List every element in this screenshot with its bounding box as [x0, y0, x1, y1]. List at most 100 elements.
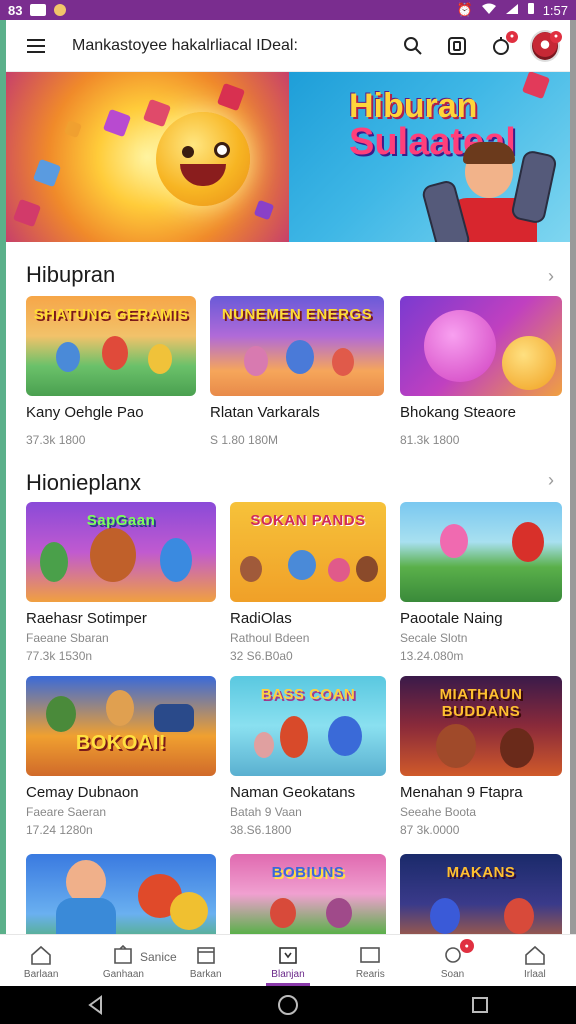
app-bar: Mankastoyee hakalrliacal IDeal: ● ●	[6, 20, 570, 72]
library-icon	[196, 947, 215, 964]
game-subtitle: Batah 9 Vaan	[230, 805, 302, 819]
profile-button[interactable]: ●	[530, 29, 562, 62]
game-meta: 37.3k 1800	[26, 433, 86, 447]
screen: 83 ⏰ 1:57 Mankastoyee hakalrliacal IDeal…	[0, 0, 576, 1024]
recents-icon[interactable]	[470, 995, 490, 1015]
alarm-icon: ⏰	[456, 2, 473, 17]
game-card[interactable]: Paootale Naing Secale Slotn 13.24.080m	[400, 502, 562, 663]
hero-right-art: Hiburan Sulaateal	[289, 72, 570, 242]
bottom-navigation: Barlaan Ganhaan Barkan Blanjan Rearis ● …	[0, 934, 576, 986]
search-field[interactable]: Mankastoyee hakalrliacal IDeal:	[72, 37, 382, 55]
status-bar: 83 ⏰ 1:57	[0, 0, 576, 20]
game-meta: S 1.80 180M	[210, 433, 279, 447]
game-thumbnail: MIATHAUN BUDDANS	[400, 676, 562, 776]
search-button[interactable]	[398, 31, 428, 61]
frame-right-edge	[570, 20, 576, 980]
search-icon	[404, 36, 422, 55]
game-meta: 17.24 1280n	[26, 823, 93, 837]
hero-left-art	[6, 72, 289, 242]
wifi-icon	[481, 3, 497, 18]
game-card[interactable]: SHATUNG GERAMIS Kany Oehgle Pao 37.3k 18…	[26, 296, 196, 447]
game-meta: 32 S6.B0a0	[230, 649, 293, 663]
thumbnail-title: SapGaan	[86, 512, 156, 529]
nav-label: Ganhaan	[102, 969, 144, 980]
game-thumbnail	[400, 502, 562, 602]
nav-label: Barkan	[189, 969, 222, 980]
thumbnail-title: BOBIUNS	[271, 864, 345, 881]
nav-label: Barlaan	[23, 969, 59, 980]
game-card[interactable]: MIATHAUN BUDDANS Menahan 9 Ftapra Seeahe…	[400, 676, 562, 837]
thumbnail-title: SOKAN PANDS	[250, 512, 366, 529]
menu-button[interactable]	[14, 24, 58, 68]
section-title-2: Hionieplanx	[26, 470, 141, 495]
hero-banner[interactable]: Hiburan Sulaateal	[6, 72, 570, 242]
thumbnail-title: BASS COAN	[260, 686, 356, 703]
back-icon[interactable]	[86, 995, 106, 1015]
cast-button[interactable]	[442, 31, 472, 61]
nav-item-social[interactable]: ● Soan	[411, 935, 493, 986]
smiley-sun-character	[156, 112, 250, 206]
kid-with-controllers-character	[420, 142, 558, 242]
games-icon	[114, 945, 133, 964]
profile-home-icon	[525, 945, 545, 965]
game-subtitle: Secale Slotn	[400, 631, 468, 645]
game-meta: 87 3k.0000	[400, 823, 460, 837]
game-card[interactable]: SapGaan Raehasr Sotimper Faeane Sbaran 7…	[26, 502, 216, 663]
notifications-button[interactable]: ●	[486, 30, 518, 61]
nav-label: Blanjan	[271, 969, 305, 980]
nav-label: Irlaal	[523, 969, 546, 980]
game-title: Cemay Dubnaon	[26, 784, 139, 801]
game-thumbnail: SHATUNG GERAMIS	[26, 296, 196, 396]
social-badge: ●	[459, 939, 474, 953]
game-meta: 81.3k 1800	[400, 433, 460, 447]
nav-item-home[interactable]: Barlaan	[0, 935, 82, 986]
game-thumbnail: SOKAN PANDS	[230, 502, 386, 602]
thumbnail-title: BOKOAI!	[75, 732, 167, 754]
nav-item-reviews[interactable]: Rearis	[329, 935, 411, 986]
game-title: RadiOlas	[230, 610, 292, 627]
reviews-icon	[360, 947, 381, 963]
notification-icon	[30, 4, 47, 16]
game-card[interactable]: BASS COAN Naman Geokatans Batah 9 Vaan 3…	[230, 676, 386, 837]
game-meta: 13.24.080m	[400, 649, 464, 663]
home-icon	[31, 945, 51, 965]
menu-icon	[27, 38, 45, 41]
nav-item-profile[interactable]: Irlaal	[494, 935, 576, 986]
game-title: Menahan 9 Ftapra	[400, 784, 523, 801]
game-thumbnail	[400, 296, 562, 396]
section-1-more-chevron-icon[interactable]: ›	[548, 266, 554, 287]
home-circle-icon[interactable]	[277, 994, 299, 1016]
thumbnail-title: MIATHAUN BUDDANS	[439, 686, 523, 720]
game-subtitle: Faeare Saeran	[26, 805, 107, 819]
game-title: Paootale Naing	[400, 610, 503, 627]
game-title: Kany Oehgle Pao	[26, 404, 144, 421]
game-thumbnail: BOKOAI!	[26, 676, 216, 776]
profile-badge: ●	[550, 30, 562, 43]
game-thumbnail: BASS COAN	[230, 676, 386, 776]
game-card[interactable]: SOKAN PANDS RadiOlas Rathoul Bdeen 32 S6…	[230, 502, 386, 663]
signal-icon	[505, 3, 519, 18]
game-card[interactable]: NUNEMEN ENERGS Rlatan Varkarals S 1.80 1…	[210, 296, 384, 447]
game-subtitle: Faeane Sbaran	[26, 631, 109, 645]
game-thumbnail: NUNEMEN ENERGS	[210, 296, 384, 396]
section-2-more-chevron-icon[interactable]: ›	[548, 470, 554, 491]
game-subtitle: Seeahe Boota	[400, 805, 477, 819]
status-left-text: 83	[8, 2, 23, 18]
app-notification-icon	[54, 4, 67, 16]
game-card[interactable]: BOKOAI! Cemay Dubnaon Faeare Saeran 17.2…	[26, 676, 216, 837]
nav-item-shop[interactable]: Blanjan	[247, 935, 329, 986]
game-thumbnail: SapGaan	[26, 502, 216, 602]
game-card[interactable]: Bhokang Steaore 81.3k 1800	[400, 296, 562, 447]
shop-icon	[279, 947, 297, 964]
status-time: 1:57	[542, 2, 568, 18]
notification-badge: ●	[506, 30, 518, 43]
system-navigation-bar	[0, 986, 576, 1024]
nav-label: Soan	[440, 969, 465, 980]
game-title: Rlatan Varkarals	[210, 404, 320, 421]
cast-icon	[448, 36, 466, 55]
game-title: Bhokang Steaore	[400, 404, 516, 421]
nav-label: Rearis	[355, 969, 385, 980]
thumbnail-title: SHATUNG GERAMIS	[33, 306, 189, 323]
service-label: Sanice	[140, 950, 177, 964]
game-title: Naman Geokatans	[230, 784, 356, 801]
